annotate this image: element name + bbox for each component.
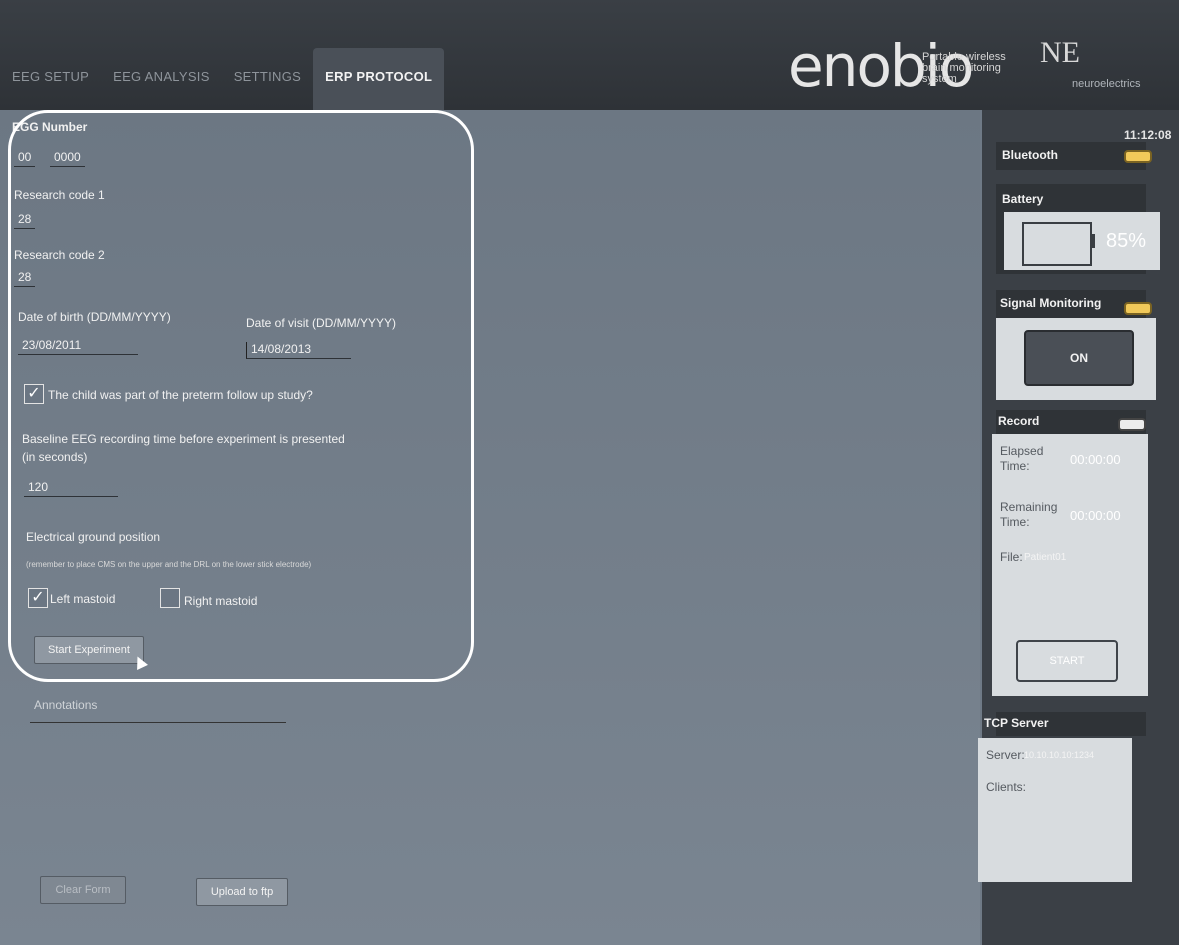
battery-label: Battery [1002, 192, 1044, 206]
clients-label: Clients: [986, 780, 1027, 794]
battery-icon [1022, 222, 1092, 266]
battery-percent: 85% [1106, 230, 1147, 252]
company-name: neuroelectrics [1072, 78, 1141, 90]
signal-led-icon [1124, 302, 1152, 315]
elapsed-time-value: 00:00:00 [1070, 452, 1121, 467]
server-value: 10.10.10.10:1234 [1024, 750, 1095, 760]
file-label: File: [1000, 550, 1023, 564]
tagline-line: system [922, 73, 957, 85]
company-logo-mark: NE [1040, 36, 1080, 69]
battery-tip-icon [1090, 234, 1095, 248]
annotations-textarea[interactable] [30, 722, 286, 881]
tab-eeg-analysis[interactable]: EEG ANALYSIS [101, 48, 222, 110]
tab-bar: EEG SETUP EEG ANALYSIS SETTINGS ERP PROT… [0, 48, 445, 110]
signal-on-button[interactable]: ON [1024, 330, 1134, 386]
remaining-time-label: Remaining Time: [1000, 500, 1058, 529]
bluetooth-led-icon [1124, 150, 1152, 163]
clock: 11:12:08 [1124, 128, 1172, 142]
tab-erp-protocol[interactable]: ERP PROTOCOL [313, 48, 445, 110]
clear-form-button[interactable]: Clear Form [40, 876, 126, 904]
remaining-time-value: 00:00:00 [1070, 508, 1121, 523]
signal-monitoring-label: Signal Monitoring [1000, 296, 1102, 310]
elapsed-time-label: Elapsed Time: [1000, 444, 1044, 473]
top-bar: EEG SETUP EEG ANALYSIS SETTINGS ERP PROT… [0, 0, 1179, 110]
annotations-label: Annotations [34, 698, 98, 712]
highlight-outline [8, 110, 474, 682]
record-label: Record [998, 414, 1040, 428]
brand-tagline: Portable wireless brain monitoring syste… [922, 52, 1006, 85]
tab-settings[interactable]: SETTINGS [222, 48, 313, 110]
upload-ftp-button[interactable]: Upload to ftp [196, 878, 288, 906]
tcp-server-label: TCP Server [984, 716, 1049, 730]
server-label: Server: [986, 748, 1025, 762]
record-led-icon [1118, 418, 1146, 431]
file-value: Patient01 [1024, 552, 1067, 563]
tab-eeg-setup[interactable]: EEG SETUP [0, 48, 101, 110]
bluetooth-label: Bluetooth [1002, 148, 1058, 162]
start-record-button[interactable]: START [1016, 640, 1118, 682]
